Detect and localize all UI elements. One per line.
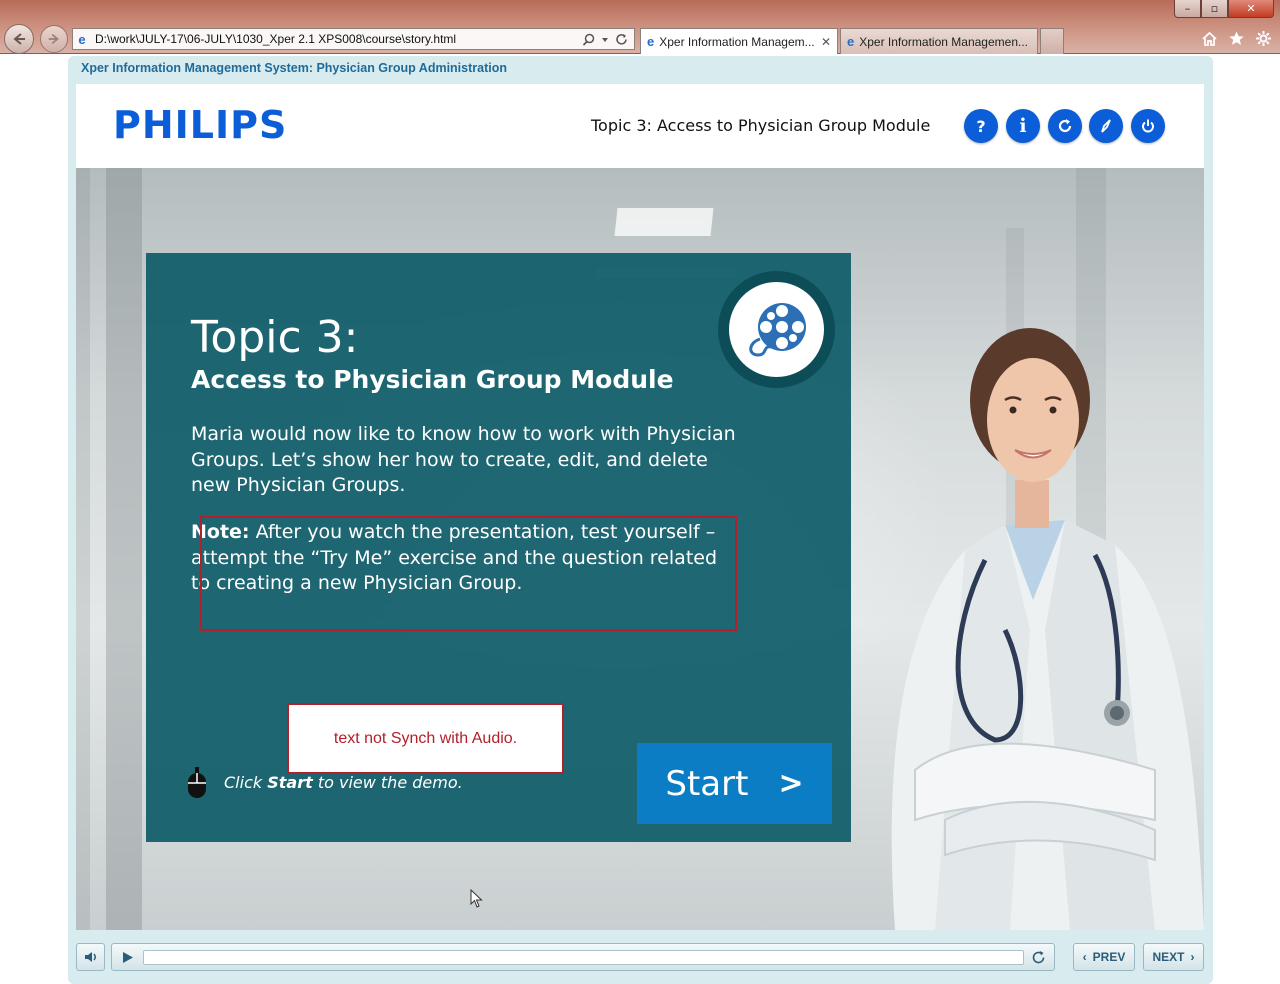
review-callout-text: text not Synch with Audio. (333, 729, 518, 747)
header-topic-title: Topic 3: Access to Physician Group Modul… (591, 116, 931, 135)
topic-label: Topic 3: (191, 312, 359, 363)
home-icon[interactable] (1201, 30, 1218, 47)
philips-logo: PHILIPS (113, 103, 288, 147)
playback-bar (111, 943, 1055, 971)
chevron-right-icon: › (1190, 950, 1195, 964)
ie-tab-icon: e (647, 34, 655, 49)
ie-tab-icon: e (847, 34, 855, 49)
chevron-left-icon: ‹ (1082, 950, 1087, 964)
replay-icon[interactable] (1031, 950, 1046, 965)
seek-slider[interactable] (143, 950, 1024, 965)
ceiling-light (614, 208, 714, 236)
dropdown-icon[interactable] (601, 33, 609, 46)
help-button[interactable]: ? (964, 109, 998, 143)
browser-tab-active[interactable]: e Xper Information Managem... ✕ (640, 28, 838, 54)
tab-label: Xper Information Managem... (659, 34, 815, 49)
hint-suffix: to view the demo. (312, 773, 463, 792)
window-controls: – ▫ ✕ (1174, 0, 1274, 20)
settings-gear-icon[interactable] (1255, 30, 1272, 47)
chevron-right-icon: > (778, 766, 804, 801)
arrow-right-icon (48, 33, 59, 45)
topic-subtitle: Access to Physician Group Module (191, 365, 674, 394)
film-reel-icon (748, 302, 806, 357)
search-icon[interactable] (582, 33, 595, 46)
intro-paragraph: Maria would now like to know how to work… (191, 423, 736, 496)
click-start-hint: Click Start to view the demo. (224, 773, 463, 792)
speaker-icon (84, 952, 96, 962)
prev-button[interactable]: ‹ PREV (1073, 943, 1135, 971)
tab-label: Xper Information Managemen... (859, 34, 1028, 49)
corridor-pillar (76, 168, 90, 930)
info-icon: i (1019, 115, 1027, 137)
refresh-icon (1058, 119, 1072, 133)
browser-tab-inactive[interactable]: e Xper Information Managemen... (840, 28, 1038, 54)
start-label: Start (665, 763, 749, 804)
mute-button[interactable] (76, 943, 105, 971)
back-button[interactable] (4, 24, 34, 54)
browser-tools (1201, 30, 1272, 47)
forward-button[interactable] (40, 25, 68, 53)
replay-button[interactable] (1048, 109, 1082, 143)
doctor-image (891, 328, 1204, 930)
next-label: NEXT (1152, 950, 1185, 964)
arrow-left-icon (13, 33, 25, 45)
course-title: Xper Information Management System: Phys… (81, 61, 507, 75)
mouse-icon (188, 767, 206, 798)
review-highlight-box (200, 516, 737, 631)
start-button[interactable]: Start > (637, 743, 832, 824)
video-badge-circle (729, 282, 824, 377)
address-tools (582, 33, 634, 46)
review-callout: text not Synch with Audio. (287, 703, 564, 774)
power-icon (1142, 119, 1154, 133)
refresh-icon[interactable] (615, 33, 628, 46)
minimize-button[interactable]: – (1174, 0, 1201, 18)
new-tab-button[interactable] (1040, 28, 1064, 54)
url-text[interactable]: D:\work\JULY-17\06-JULY\1030_Xper 2.1 XP… (91, 32, 582, 46)
address-bar[interactable]: e D:\work\JULY-17\06-JULY\1030_Xper 2.1 … (72, 28, 635, 50)
close-tab-icon[interactable]: ✕ (821, 35, 831, 49)
corridor-pillar (106, 168, 142, 930)
help-icon: ? (976, 116, 986, 136)
close-window-button[interactable]: ✕ (1228, 0, 1274, 18)
next-button[interactable]: NEXT › (1143, 943, 1204, 971)
mouse-cursor-icon (470, 889, 483, 908)
resources-button[interactable] (1089, 109, 1123, 143)
hint-prefix: Click (224, 773, 268, 792)
restore-button[interactable]: ▫ (1201, 0, 1228, 18)
hint-start-word: Start (267, 773, 313, 792)
exit-button[interactable] (1131, 109, 1165, 143)
info-button[interactable]: i (1006, 109, 1040, 143)
play-icon[interactable] (122, 951, 134, 964)
ie-page-icon: e (78, 31, 86, 47)
compass-icon (1101, 119, 1111, 133)
prev-label: PREV (1092, 950, 1126, 964)
favorites-star-icon[interactable] (1228, 30, 1245, 47)
